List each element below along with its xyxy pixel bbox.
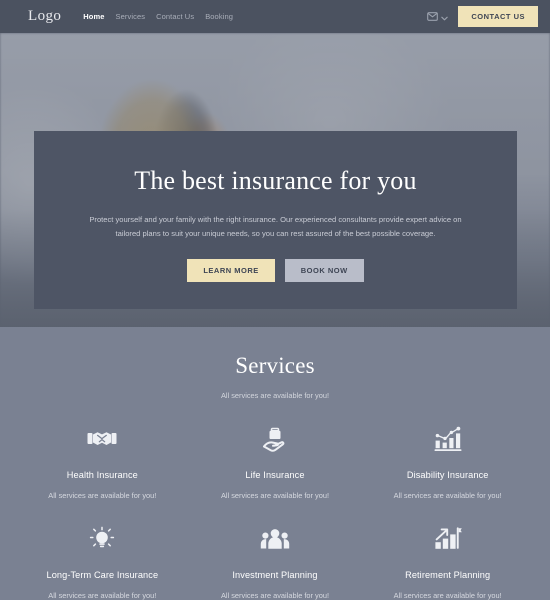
services-subtitle: All services are available for you!	[220, 391, 330, 401]
lightbulb-icon	[22, 522, 183, 556]
nav-item-booking[interactable]: Booking	[205, 12, 233, 21]
service-card[interactable]: Investment Planning All services are ava…	[189, 522, 362, 600]
service-name: Health Insurance	[66, 470, 138, 481]
service-description: All services are available for you!	[220, 491, 330, 501]
nav-item-contact-us[interactable]: Contact Us	[156, 12, 194, 21]
hero-content-card: The best insurance for you Protect yours…	[34, 131, 517, 309]
service-description: All services are available for you!	[393, 491, 502, 501]
header-right-group: CONTACT US	[427, 5, 538, 28]
growth-flag-icon	[367, 522, 528, 556]
chevron-down-icon[interactable]	[441, 8, 449, 26]
nav-item-services[interactable]: Services	[116, 12, 146, 21]
service-name: Retirement Planning	[405, 570, 491, 581]
service-description: All services are available for you!	[48, 591, 157, 600]
service-name: Life Insurance	[245, 470, 305, 481]
services-grid: Health Insurance All services are availa…	[16, 422, 534, 600]
contact-us-button[interactable]: CONTACT US	[458, 5, 538, 28]
nav-item-home[interactable]: Home	[83, 12, 104, 21]
logo[interactable]: Logo	[28, 9, 61, 24]
hero-title: The best insurance for you	[134, 166, 417, 195]
bar-chart-trend-icon	[367, 422, 528, 456]
service-description: All services are available for you!	[393, 591, 502, 600]
service-card[interactable]: Life Insurance All services are availabl…	[189, 422, 362, 500]
service-name: Investment Planning	[232, 570, 318, 581]
mail-icon[interactable]	[427, 8, 439, 26]
main-navigation: Home Services Contact Us Booking	[83, 12, 233, 21]
service-card[interactable]: Disability Insurance All services are av…	[361, 422, 534, 500]
people-group-icon	[195, 522, 356, 556]
service-card[interactable]: Long-Term Care Insurance All services ar…	[16, 522, 189, 600]
service-description: All services are available for you!	[220, 591, 330, 600]
handshake-icon	[22, 422, 183, 456]
service-card[interactable]: Health Insurance All services are availa…	[16, 422, 189, 500]
service-description: All services are available for you!	[48, 491, 157, 501]
services-title: Services	[235, 353, 315, 378]
book-now-button[interactable]: BOOK NOW	[284, 258, 364, 283]
hand-holding-briefcase-icon	[195, 422, 356, 456]
learn-more-button[interactable]: LEARN MORE	[187, 258, 275, 283]
hero-action-buttons: LEARN MORE BOOK NOW	[78, 258, 473, 283]
service-card[interactable]: Retirement Planning All services are ava…	[361, 522, 534, 600]
hero-section: The best insurance for you Protect yours…	[0, 33, 550, 327]
site-header: Logo Home Services Contact Us Booking CO…	[0, 0, 550, 33]
services-section: Services All services are available for …	[0, 327, 550, 600]
hero-subtitle: Protect yourself and your family with th…	[89, 214, 462, 238]
service-name: Long-Term Care Insurance	[46, 570, 159, 581]
service-name: Disability Insurance	[406, 470, 489, 481]
language-mail-selector[interactable]	[427, 8, 449, 26]
